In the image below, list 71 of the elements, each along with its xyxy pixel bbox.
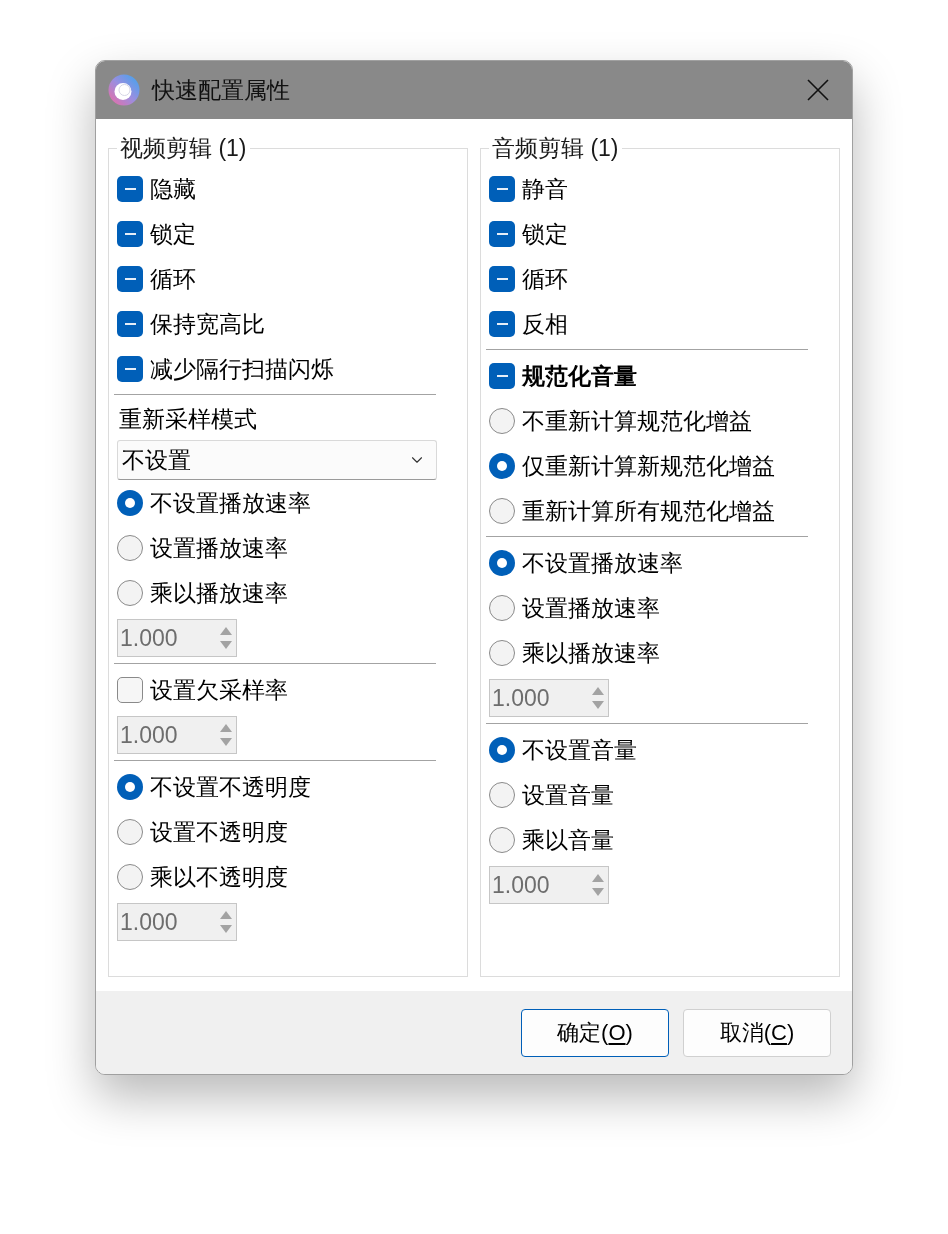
radio-button[interactable] [117,579,143,606]
radio-button[interactable] [489,549,515,576]
radio-button[interactable] [489,639,515,666]
radio-button[interactable] [489,826,515,853]
radio-label[interactable]: 设置不透明度 [150,817,288,846]
minus-icon [124,367,136,370]
checkbox-label[interactable]: 循环 [522,264,568,293]
radio-label[interactable]: 乘以播放速率 [522,638,660,667]
radio-label[interactable]: 不设置不透明度 [150,772,311,801]
checkbox[interactable] [117,220,143,247]
radio-button[interactable] [117,534,143,561]
radio-button[interactable] [489,736,515,763]
checkbox[interactable] [117,676,143,703]
checkbox-label[interactable]: 隐藏 [150,174,196,203]
field-label: 重新采样模式 [119,405,257,433]
radio-button[interactable] [489,781,515,808]
checkbox-label[interactable]: 锁定 [522,219,568,248]
radio-label[interactable]: 设置播放速率 [522,593,660,622]
dialog-title: 快速配置属性 [152,76,290,104]
radio-label[interactable]: 重新计算所有规范化增益 [522,496,775,525]
radio-button[interactable] [117,489,143,516]
radio-button[interactable] [489,452,515,479]
checkbox[interactable] [489,362,515,389]
checkbox-label[interactable]: 锁定 [150,219,196,248]
radio-label[interactable]: 不设置播放速率 [522,548,683,577]
dropdown[interactable]: 不设置 [117,440,437,480]
minus-icon [496,322,508,325]
minus-icon [496,187,508,190]
radio-label[interactable]: 不设置音量 [522,735,637,764]
radio-label[interactable]: 不重新计算规范化增益 [522,406,752,435]
checkbox-label[interactable]: 反相 [522,309,568,338]
checkbox[interactable] [489,310,515,337]
radio-button[interactable] [489,497,515,524]
radio-label[interactable]: 设置音量 [522,780,614,809]
radio-label[interactable]: 乘以音量 [522,825,614,854]
radio-label[interactable]: 乘以播放速率 [150,578,288,607]
close-icon [807,79,829,101]
checkbox-label[interactable]: 设置欠采样率 [150,675,288,704]
minus-icon [124,322,136,325]
checkbox-label[interactable]: 减少隔行扫描闪烁 [150,354,334,383]
app-logo-icon [108,74,140,106]
radio-button[interactable] [489,407,515,434]
group-title: 视频剪辑 (1) [119,135,248,161]
radio-button[interactable] [489,594,515,621]
checkbox-label[interactable]: 静音 [522,174,568,203]
radio-label[interactable]: 不设置播放速率 [150,488,311,517]
checkbox-label[interactable]: 循环 [150,264,196,293]
checkbox[interactable] [489,265,515,292]
checkbox[interactable] [117,265,143,292]
minus-icon [496,232,508,235]
checkbox[interactable] [117,175,143,202]
cancel-button[interactable]: 取消(C) [683,1008,831,1057]
radio-button[interactable] [117,863,143,890]
checkbox-label[interactable]: 规范化音量 [522,361,637,390]
minus-icon [124,232,136,235]
minus-icon [124,187,136,190]
minus-icon [124,277,136,280]
radio-label[interactable]: 设置播放速率 [150,533,288,562]
checkbox-label[interactable]: 保持宽高比 [150,309,265,338]
checkbox[interactable] [117,355,143,382]
minus-icon [496,374,508,377]
ok-button[interactable]: 确定(O) [521,1008,669,1057]
checkbox[interactable] [489,175,515,202]
radio-label[interactable]: 仅重新计算新规范化增益 [522,451,775,480]
checkbox[interactable] [489,220,515,247]
checkbox[interactable] [117,310,143,337]
minus-icon [496,277,508,280]
group-title: 音频剪辑 (1) [491,135,620,161]
radio-button[interactable] [117,773,143,800]
radio-button[interactable] [117,818,143,845]
radio-label[interactable]: 乘以不透明度 [150,862,288,891]
